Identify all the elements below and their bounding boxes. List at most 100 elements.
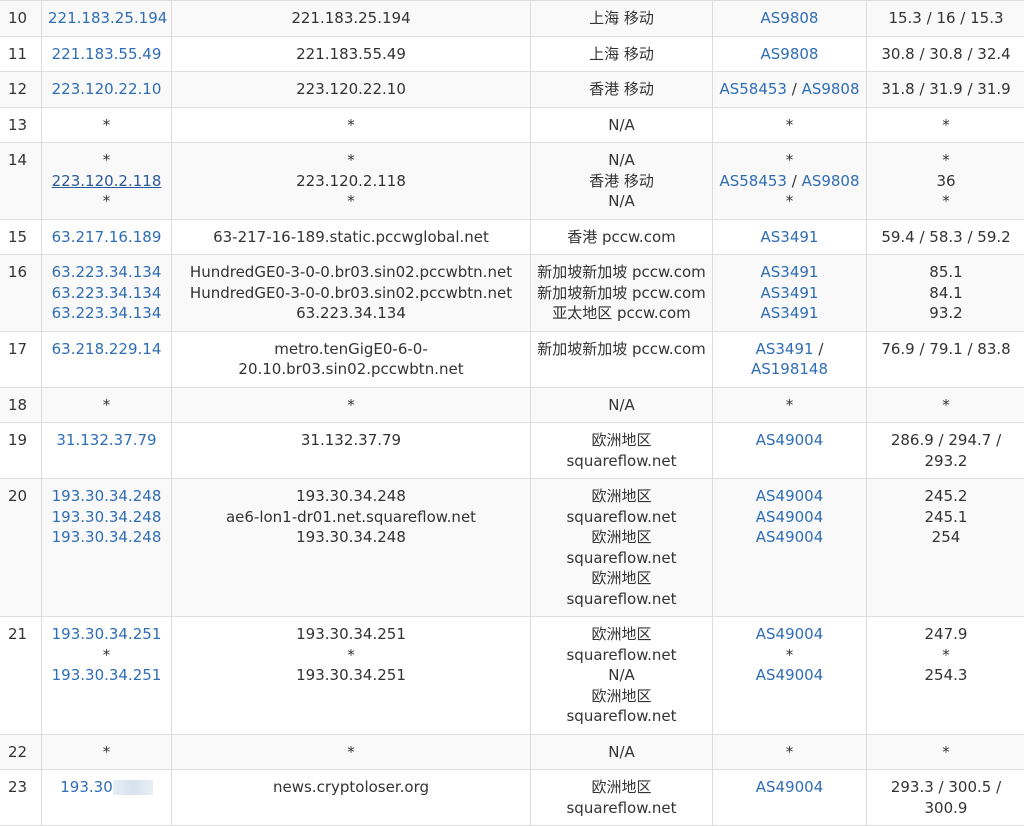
hop-row: 21193.30.34.251*193.30.34.251193.30.34.2… [0,617,1024,735]
asn-link[interactable]: AS198148 [751,360,828,378]
ip-link[interactable]: 63.223.34.134 [52,284,162,302]
ip-link[interactable]: 63.223.34.134 [52,304,162,322]
cell-line: AS49004 [719,624,860,645]
asn-link[interactable]: AS3491 [756,340,814,358]
hostname-text: metro.tenGigE0-6-0- [178,339,524,360]
asn-cell: AS49004 AS49004 AS49004 [713,479,867,617]
asn-link[interactable]: AS49004 [756,625,824,643]
location-cell: N/A香港 移动N/A [531,143,713,220]
asn-link[interactable]: AS9808 [761,45,819,63]
cell-line: AS3491 [719,303,860,324]
cell-line: AS58453 / AS9808 [719,171,860,192]
rtt-cell: 245.2245.1254 [867,479,1024,617]
hostname-text: 221.183.55.49 [178,44,524,65]
cell-line: AS49004 [719,527,860,548]
hop-row: 12223.120.22.10223.120.22.10香港 移动AS58453… [0,72,1024,108]
asn-empty: * [786,116,794,134]
asn-link[interactable]: AS3491 [761,304,819,322]
hostname-text: news.cryptoloser.org [178,777,524,798]
ip-link[interactable]: 63.217.16.189 [52,228,162,246]
rtt-text: 245.1 [873,507,1019,528]
ip-link[interactable]: 223.120.2.118 [52,172,162,190]
asn-link[interactable]: AS58453 [719,80,787,98]
location-text: N/A [537,115,706,136]
cell-line: * [48,742,165,763]
ip-link[interactable]: 223.120.22.10 [52,80,162,98]
hostname-cell: * [172,387,531,423]
ip-link[interactable]: 63.218.229.14 [52,340,162,358]
hostname-text: 193.30.34.248 [178,486,524,507]
location-text: N/A [537,395,706,416]
hop-number: 12 [0,72,42,108]
cell-line: * [48,191,165,212]
rtt-text: 247.9 [873,624,1019,645]
asn-link[interactable]: AS9808 [802,80,860,98]
asn-link[interactable]: AS49004 [756,666,824,684]
rtt-text: 31.8 / 31.9 / 31.9 [873,79,1019,100]
cell-line: 193.30.34.248 [48,527,165,548]
asn-link[interactable]: AS49004 [756,528,824,546]
asn-link[interactable]: AS9808 [761,9,819,27]
rtt-text: 84.1 [873,283,1019,304]
rtt-text: * [873,742,1019,763]
ip-link[interactable]: 221.183.55.49 [52,45,162,63]
ip-link[interactable]: 31.132.37.79 [56,431,156,449]
asn-cell: AS58453 / AS9808 [713,72,867,108]
hop-row: 1663.223.34.13463.223.34.13463.223.34.13… [0,255,1024,332]
hostname-cell: 63-217-16-189.static.pccwglobal.net [172,219,531,255]
hostname-text: 63.223.34.134 [178,303,524,324]
asn-link[interactable]: AS3491 [761,228,819,246]
asn-link[interactable]: AS3491 [761,263,819,281]
hostname-cell: news.cryptoloser.org [172,770,531,826]
asn-cell: AS3491 AS3491 AS3491 [713,255,867,332]
cell-line: 63.217.16.189 [48,227,165,248]
location-cell: 香港 pccw.com [531,219,713,255]
rtt-cell: 247.9*254.3 [867,617,1024,735]
asn-link[interactable]: AS49004 [756,431,824,449]
asn-cell: * [713,107,867,143]
ip-cell: 193.30.34.248 193.30.34.248 193.30.34.248 [42,479,172,617]
asn-link[interactable]: AS49004 [756,508,824,526]
ip-link[interactable]: 221.183.25.194 [48,9,167,27]
hop-row: 22**N/A** [0,734,1024,770]
cell-line: * [48,150,165,171]
rtt-cell: *36* [867,143,1024,220]
cell-line: 31.132.37.79 [48,430,165,451]
cell-line: AS49004 [719,486,860,507]
ip-link[interactable]: 193.30 [60,778,113,796]
asn-link[interactable]: AS9808 [802,172,860,190]
hop-row: 18**N/A** [0,387,1024,423]
asn-link[interactable]: AS3491 [761,284,819,302]
location-cell: N/A [531,387,713,423]
ip-link[interactable]: 193.30.34.251 [52,666,162,684]
rtt-cell: 15.3 / 16 / 15.3 [867,1,1024,37]
hop-row: 11221.183.55.49221.183.55.49上海 移动AS98083… [0,36,1024,72]
ip-link[interactable]: 193.30.34.248 [52,528,162,546]
hostname-cell: * [172,107,531,143]
hostname-text: * [178,191,524,212]
location-cell: N/A [531,734,713,770]
rtt-text: 15.3 / 16 / 15.3 [873,8,1019,29]
ip-link[interactable]: 63.223.34.134 [52,263,162,281]
hop-number: 10 [0,1,42,37]
ip-cell: * [42,734,172,770]
hop-number: 22 [0,734,42,770]
asn-separator: / [787,80,802,98]
location-text: N/A [537,191,706,212]
cell-line: 193.30 [48,777,165,798]
hostname-cell: 31.132.37.79 [172,423,531,479]
cell-line: * [48,115,165,136]
ip-cell: 63.223.34.134 63.223.34.134 63.223.34.134 [42,255,172,332]
hostname-text: * [178,395,524,416]
location-text: 新加坡新加坡 pccw.com [537,262,706,283]
hop-number: 19 [0,423,42,479]
ip-link[interactable]: 193.30.34.248 [52,487,162,505]
asn-link[interactable]: AS58453 [719,172,787,190]
location-text: 香港 移动 [537,79,706,100]
ip-link[interactable]: 193.30.34.248 [52,508,162,526]
asn-link[interactable]: AS49004 [756,487,824,505]
asn-link[interactable]: AS49004 [756,778,824,796]
ip-link[interactable]: 193.30.34.251 [52,625,162,643]
rtt-text: 286.9 / 294.7 / 293.2 [873,430,1019,471]
rtt-cell: 286.9 / 294.7 / 293.2 [867,423,1024,479]
